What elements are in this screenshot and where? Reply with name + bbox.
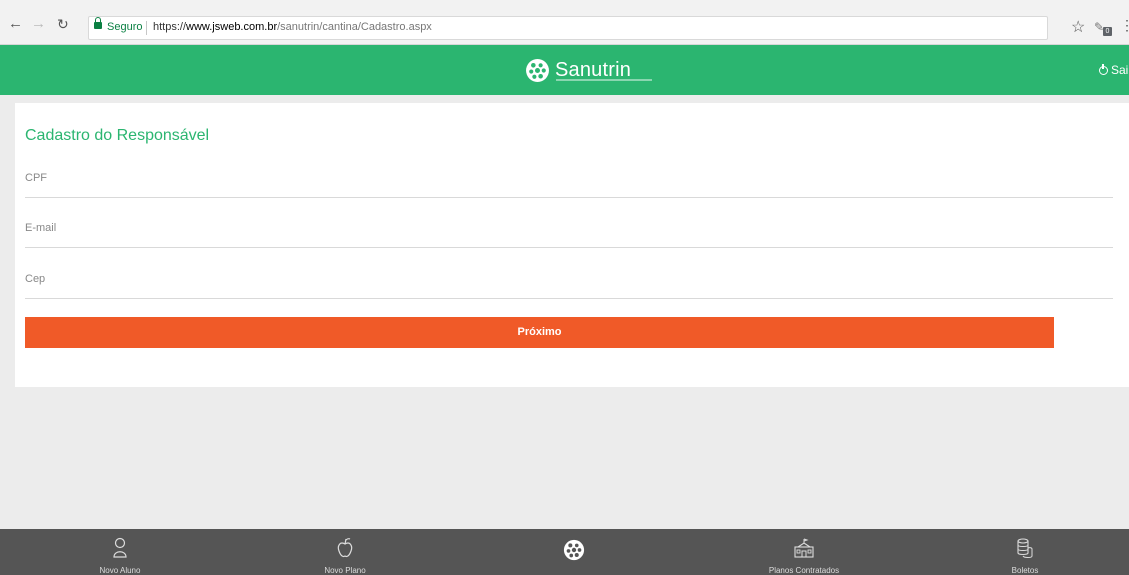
brand-tagline [556, 79, 652, 81]
reload-icon[interactable]: ↻ [57, 16, 69, 32]
url-path: /sanutrin/cantina/Cadastro.aspx [277, 21, 432, 33]
nav-label: Boletos [1011, 566, 1039, 575]
lock-icon [94, 17, 102, 29]
forward-icon[interactable]: → [31, 16, 46, 32]
extension-badge: 0 [1103, 27, 1112, 36]
cep-input[interactable] [25, 273, 1113, 285]
secure-label: Seguro [107, 21, 143, 33]
power-icon [1099, 64, 1108, 75]
nav-item-novo-aluno[interactable]: Novo Aluno [70, 529, 170, 575]
nav-item-home[interactable] [524, 529, 624, 575]
nav-item-novo-plano[interactable]: Novo Plano [295, 529, 395, 575]
next-button[interactable]: Próximo [25, 317, 1054, 348]
school-icon [794, 538, 814, 558]
logout-label: Sai [1111, 63, 1129, 77]
nav-item-planos-contratados[interactable]: Planos Contratados [744, 529, 864, 575]
apple-icon [337, 538, 353, 558]
url-scheme: https:// [153, 21, 187, 33]
address-bar[interactable]: Seguro https://www.jsweb.com.br/sanutrin… [88, 16, 1048, 40]
form-card: Cadastro do Responsável Próximo [15, 103, 1129, 387]
sanutrin-logo-icon [563, 539, 585, 561]
extension-icon[interactable]: ✎ 0 [1094, 18, 1112, 36]
nav-label: Planos Contratados [768, 566, 840, 575]
email-input[interactable] [25, 222, 1113, 234]
cep-field[interactable] [25, 273, 1113, 299]
back-icon[interactable]: ← [8, 16, 23, 32]
sanutrin-logo-icon [526, 58, 549, 82]
page-title: Cadastro do Responsável [25, 127, 210, 144]
bottom-nav: Novo Aluno Novo Plano Planos Contratados… [0, 529, 1129, 575]
menu-icon[interactable]: ⋮ [1120, 17, 1129, 34]
url-separator [146, 21, 147, 35]
brand-logo[interactable]: Sanutrin [525, 57, 652, 83]
url-host: www.jsweb.com.br [186, 21, 278, 33]
nav-label: Novo Aluno [99, 566, 141, 575]
coins-icon [1017, 538, 1033, 558]
cpf-field[interactable] [25, 172, 1113, 198]
bookmark-star-icon[interactable]: ☆ [1071, 17, 1085, 37]
person-icon [113, 537, 127, 558]
app-header: Sanutrin Sai [0, 45, 1129, 95]
logout-button[interactable]: Sai [1099, 63, 1128, 77]
cpf-input[interactable] [25, 172, 1113, 184]
nav-label: Novo Plano [324, 566, 366, 575]
nav-item-boletos[interactable]: Boletos [975, 529, 1075, 575]
browser-toolbar: ← → ↻ Seguro https://www.jsweb.com.br/sa… [0, 0, 1129, 45]
url-text[interactable]: https://www.jsweb.com.br/sanutrin/cantin… [153, 21, 432, 33]
email-field[interactable] [25, 222, 1113, 248]
